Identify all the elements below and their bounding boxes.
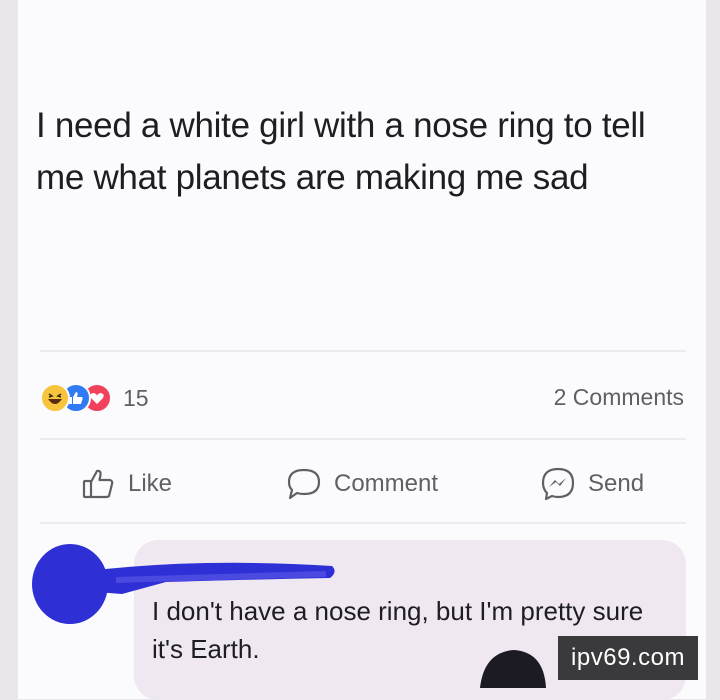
- messenger-icon: [541, 467, 575, 501]
- divider-bottom: [40, 522, 686, 524]
- thumbs-up-icon: [82, 469, 114, 499]
- reaction-count: 15: [123, 384, 149, 411]
- send-label: Send: [588, 470, 645, 497]
- watermark-label: ipv69.com: [558, 636, 698, 680]
- comment-bubble-icon: [287, 468, 321, 500]
- post-card: I need a white girl with a nose ring to …: [18, 0, 706, 700]
- like-button[interactable]: Like: [82, 460, 172, 508]
- reactions-summary[interactable]: 15: [40, 383, 149, 413]
- comment-label: Comment: [334, 470, 439, 497]
- post-text: I need a white girl with a nose ring to …: [36, 106, 646, 197]
- divider-top: [40, 350, 686, 352]
- comments-count-link[interactable]: 2 Comments: [554, 384, 684, 411]
- avatar: [480, 650, 546, 688]
- comment-button[interactable]: Comment: [286, 460, 438, 508]
- redaction-scribble: [32, 544, 335, 624]
- like-label: Like: [128, 470, 173, 497]
- send-button[interactable]: Send: [540, 460, 644, 508]
- haha-reaction-icon: [40, 383, 70, 413]
- divider-middle: [40, 438, 686, 440]
- action-bar: Like Comment Send: [18, 460, 706, 508]
